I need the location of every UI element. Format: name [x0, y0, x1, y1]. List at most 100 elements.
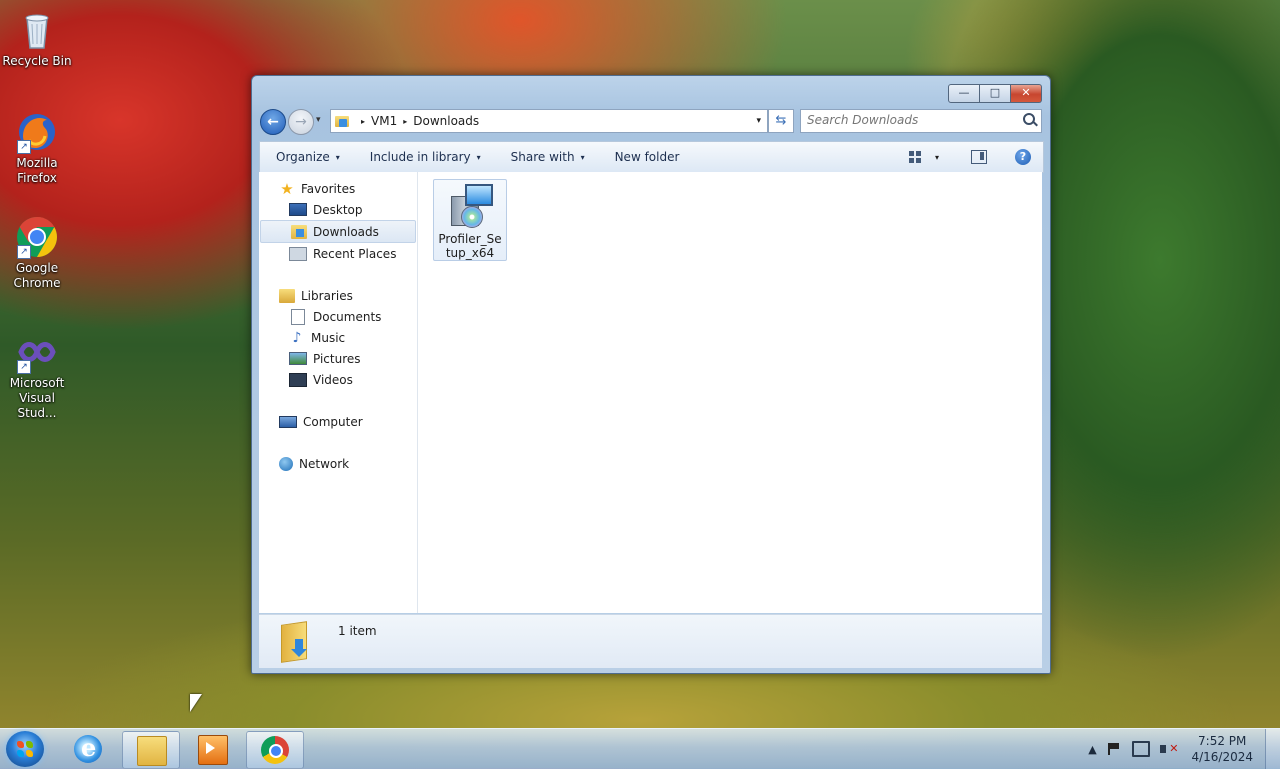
breadcrumb-downloads[interactable]: Downloads [413, 114, 479, 128]
address-bar[interactable]: ▸ VM1 ▸ Downloads ▾ [330, 109, 768, 133]
nav-item-recent-places[interactable]: Recent Places [259, 243, 417, 264]
breadcrumb-separator[interactable]: ▸ [403, 117, 407, 126]
show-desktop-button[interactable] [1265, 729, 1280, 769]
details-pane: 1 item [259, 614, 1042, 668]
share-with-label: Share with [510, 150, 575, 164]
downloads-folder-icon [335, 115, 349, 127]
desktop-icon-recycle-bin[interactable]: Recycle Bin [0, 8, 74, 69]
refresh-button[interactable]: ⇆ [768, 109, 794, 133]
taskbar: ▲ ✕ 7:52 PM 4/16/2024 [0, 728, 1280, 769]
back-button[interactable]: ← [260, 109, 286, 135]
nav-item-downloads[interactable]: Downloads [260, 220, 416, 243]
start-button[interactable] [6, 731, 44, 767]
help-icon[interactable]: ? [1015, 149, 1031, 165]
clock-date: 4/16/2024 [1191, 750, 1253, 764]
search-input[interactable] [801, 110, 1012, 130]
preview-pane-icon[interactable] [971, 150, 987, 164]
explorer-window[interactable]: — □ ✕ ← → ▾ ▸ VM1 ▸ Downloads ▾ ⇆ Organi… [251, 75, 1051, 674]
mouse-cursor-icon [190, 694, 202, 712]
nav-computer[interactable]: Computer [259, 411, 417, 432]
command-bar: Organize ▾ Include in library ▾ Share wi… [259, 141, 1044, 173]
breadcrumb-separator[interactable]: ▸ [361, 117, 365, 126]
desktop-icon-label: Microsoft Visual Stud... [9, 376, 65, 420]
minimize-button[interactable]: — [948, 84, 980, 103]
firefox-icon: ↗ [15, 110, 59, 154]
chevron-down-icon: ▾ [580, 152, 585, 162]
file-list[interactable]: Profiler_Setup_x64 [418, 172, 1042, 613]
desktop-icon-chrome[interactable]: ↗ Google Chrome [0, 215, 74, 291]
organize-label: Organize [276, 150, 330, 164]
nav-favorites[interactable]: ★ Favorites [259, 178, 417, 199]
close-button[interactable]: ✕ [1011, 84, 1042, 103]
nav-item-desktop[interactable]: Desktop [259, 199, 417, 220]
recent-pages-dropdown[interactable]: ▾ [316, 115, 321, 125]
recycle-bin-icon [15, 8, 59, 52]
desktop-icon-visual-studio[interactable]: ↗ Microsoft Visual Stud... [0, 330, 74, 421]
nav-libraries[interactable]: Libraries [259, 285, 417, 306]
libraries-icon [279, 288, 295, 303]
installer-icon [447, 182, 493, 228]
visual-studio-icon: ↗ [15, 330, 59, 374]
desktop-icon-firefox[interactable]: ↗ Mozilla Firefox [0, 110, 74, 186]
new-folder-button[interactable]: New folder [615, 150, 680, 164]
file-name: Profiler_Setup_x64 [438, 232, 502, 260]
nav-item-pictures[interactable]: Pictures [259, 348, 417, 369]
search-box[interactable] [800, 109, 1042, 133]
clock[interactable]: 7:52 PM 4/16/2024 [1191, 733, 1253, 765]
windows-logo-icon [17, 741, 33, 757]
recent-places-icon [289, 246, 307, 261]
shortcut-arrow-icon: ↗ [17, 140, 31, 154]
action-center-flag-icon[interactable] [1108, 743, 1122, 755]
nav-label: Network [299, 456, 350, 471]
downloads-folder-icon [277, 621, 313, 663]
views-dropdown-button[interactable]: ▾ [935, 153, 939, 162]
network-status-icon[interactable] [1132, 741, 1151, 757]
search-icon[interactable] [1023, 113, 1035, 125]
include-in-library-button[interactable]: Include in library ▾ [370, 150, 481, 164]
clock-time: 7:52 PM [1198, 734, 1247, 748]
nav-spacer [259, 432, 417, 453]
navigation-pane: ★ Favorites Desktop Downloads Recent Pla… [259, 172, 418, 613]
breadcrumb-vm1[interactable]: VM1 [371, 114, 397, 128]
arrow-left-icon: ← [267, 114, 279, 130]
taskbar-media-player[interactable] [184, 731, 240, 767]
desktop-icon [289, 203, 307, 216]
show-hidden-icons-button[interactable]: ▲ [1081, 743, 1103, 756]
share-with-button[interactable]: Share with ▾ [511, 150, 585, 164]
system-tray: ▲ ✕ 7:52 PM 4/16/2024 [1081, 729, 1280, 769]
maximize-button[interactable]: □ [980, 84, 1011, 103]
new-folder-label: New folder [614, 150, 680, 164]
forward-button[interactable]: → [288, 109, 314, 135]
nav-label: Desktop [313, 202, 363, 217]
chrome-icon: ↗ [15, 215, 59, 259]
volume-muted-icon[interactable]: ✕ [1160, 742, 1178, 756]
downloads-folder-icon [291, 224, 307, 239]
nav-label: Pictures [313, 351, 361, 366]
nav-item-videos[interactable]: Videos [259, 369, 417, 390]
refresh-icon: ⇆ [775, 113, 787, 128]
music-icon: ♪ [292, 329, 302, 346]
media-player-icon [198, 735, 228, 765]
nav-label: Documents [313, 309, 382, 324]
nav-label: Music [311, 330, 346, 345]
nav-label: Downloads [313, 224, 379, 239]
file-item[interactable]: Profiler_Setup_x64 [433, 179, 507, 261]
taskbar-internet-explorer[interactable] [60, 731, 116, 767]
address-dropdown-button[interactable]: ▾ [756, 116, 761, 126]
chevron-down-icon: ▾ [335, 152, 340, 162]
nav-item-documents[interactable]: Documents [259, 306, 417, 327]
nav-item-music[interactable]: ♪ Music [259, 327, 417, 348]
star-icon: ★ [280, 179, 294, 198]
windows-explorer-icon [137, 736, 167, 766]
organize-button[interactable]: Organize ▾ [276, 150, 340, 164]
nav-label: Favorites [301, 181, 356, 196]
taskbar-chrome[interactable] [246, 731, 304, 769]
change-view-icon[interactable] [908, 151, 921, 163]
network-icon [279, 456, 293, 471]
caption-buttons: — □ ✕ [948, 84, 1042, 103]
internet-explorer-icon [74, 733, 102, 763]
nav-network[interactable]: Network [259, 453, 417, 474]
taskbar-windows-explorer[interactable] [122, 731, 180, 769]
arrow-right-icon: → [295, 114, 307, 130]
nav-label: Videos [313, 372, 353, 387]
